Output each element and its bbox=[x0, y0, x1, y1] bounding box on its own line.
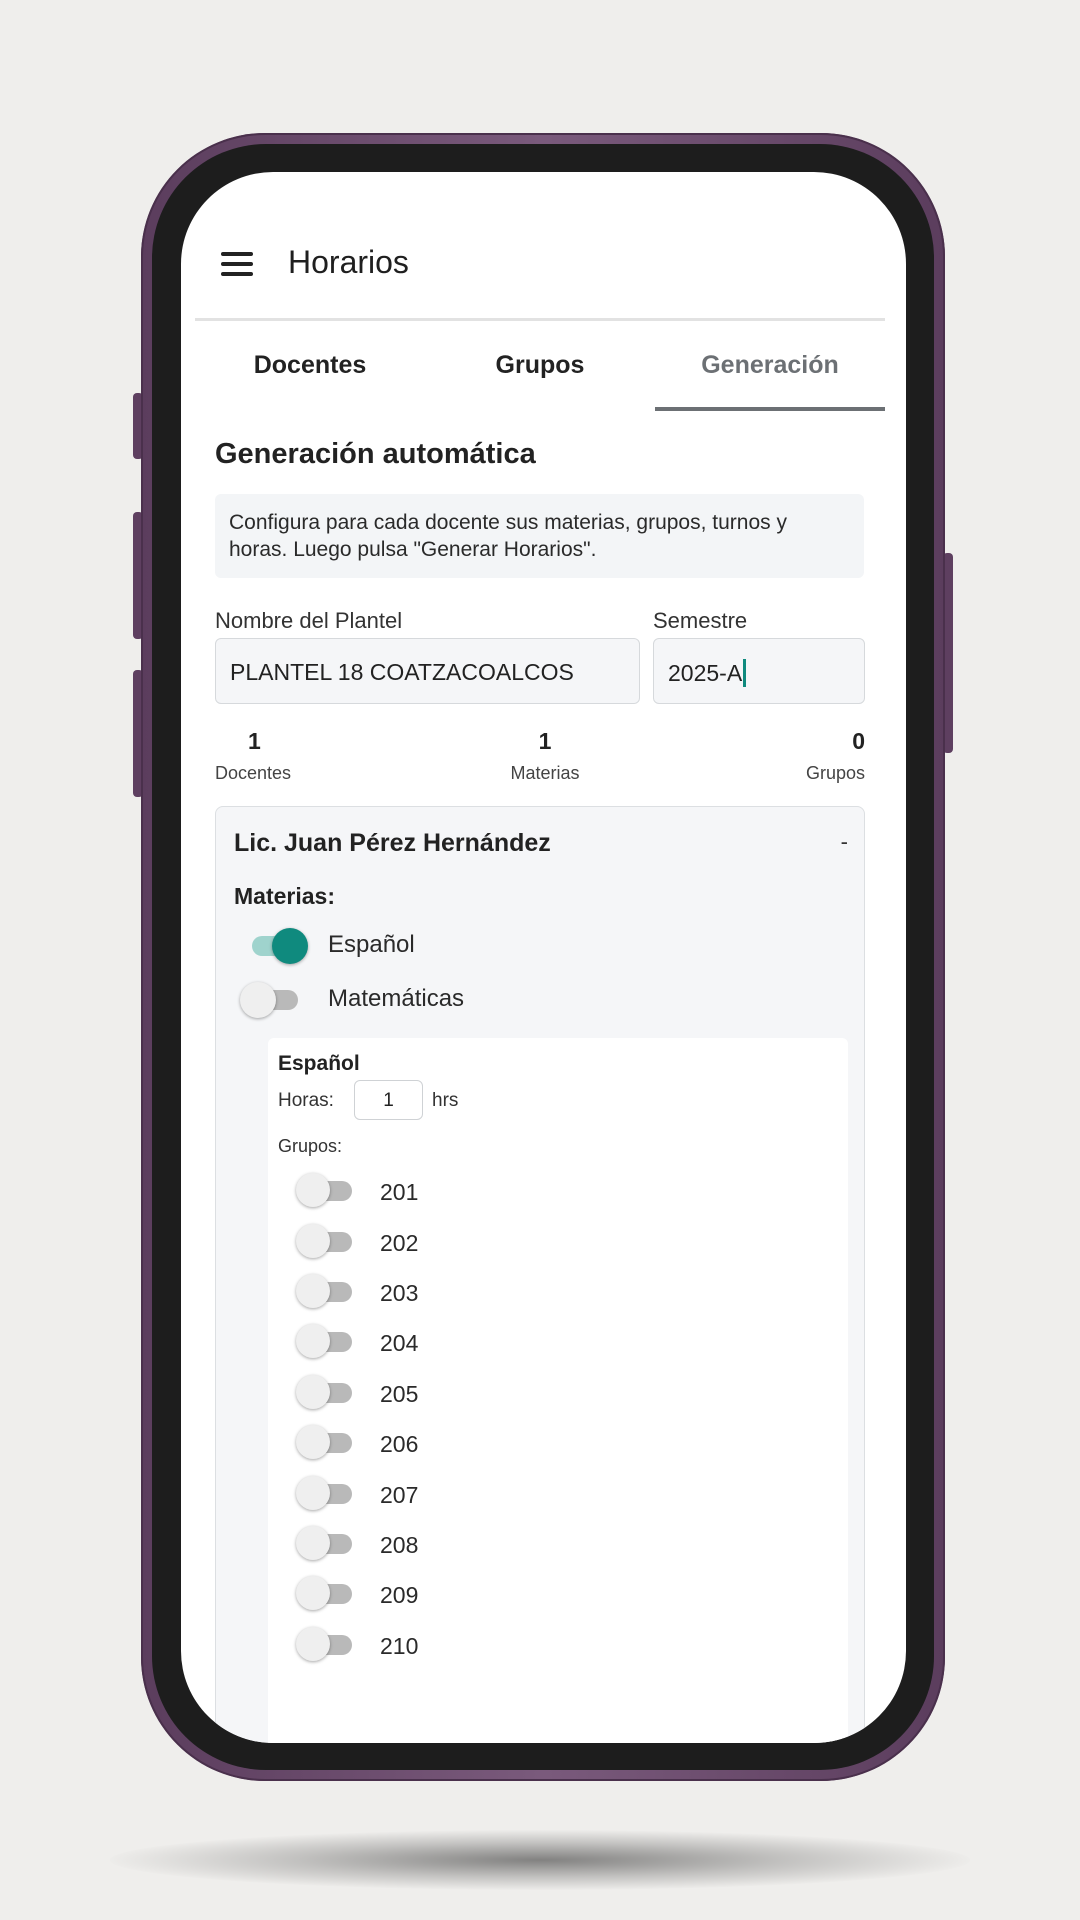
materia-label: Español bbox=[328, 931, 415, 958]
horas-input[interactable]: 1 bbox=[354, 1080, 423, 1120]
teacher-name: Lic. Juan Pérez Hernández bbox=[234, 829, 551, 857]
materia-row-matematicas: Matemáticas bbox=[234, 978, 534, 1022]
grupo-label: 206 bbox=[380, 1431, 419, 1457]
materias-label: Materias: bbox=[234, 883, 335, 909]
stat-materias: 1 Materias bbox=[500, 728, 590, 784]
stage: Horarios Docentes Grupos Generación Gene… bbox=[0, 0, 1080, 1920]
grupo-toggle[interactable] bbox=[294, 1423, 364, 1463]
phone-shadow bbox=[110, 1830, 970, 1890]
grupo-label: 202 bbox=[380, 1230, 419, 1256]
horas-unit: hrs bbox=[432, 1090, 459, 1111]
grupo-label: 207 bbox=[380, 1482, 419, 1508]
materia-row-espanol: Español bbox=[234, 924, 534, 968]
grupo-row-208: 208 bbox=[294, 1524, 494, 1564]
grupo-row-202: 202 bbox=[294, 1222, 494, 1262]
app-title: Horarios bbox=[288, 244, 409, 280]
tab-generacion[interactable]: Generación bbox=[655, 321, 885, 411]
hamburger-menu-icon[interactable] bbox=[221, 252, 253, 276]
grupo-row-209: 209 bbox=[294, 1574, 494, 1614]
stat-value: 1 bbox=[248, 728, 261, 754]
grupo-row-210: 210 bbox=[294, 1625, 494, 1665]
stat-value: 1 bbox=[538, 728, 552, 754]
grupo-row-206: 206 bbox=[294, 1423, 494, 1463]
collapse-button[interactable]: - bbox=[841, 829, 848, 855]
grupo-label: 204 bbox=[380, 1330, 419, 1356]
subject-panel-espanol: Español Horas: 1 hrs Grupos: 201 202 203 bbox=[268, 1038, 848, 1743]
materia-toggle-espanol[interactable] bbox=[234, 924, 308, 968]
stat-label: Docentes bbox=[215, 763, 292, 783]
tab-docentes[interactable]: Docentes bbox=[195, 321, 425, 411]
grupo-toggle[interactable] bbox=[294, 1625, 364, 1665]
grupo-toggle[interactable] bbox=[294, 1574, 364, 1614]
grupo-toggle[interactable] bbox=[294, 1373, 364, 1413]
info-box: Configura para cada docente sus materias… bbox=[215, 494, 864, 578]
grupo-label: 205 bbox=[380, 1381, 419, 1407]
grupo-row-205: 205 bbox=[294, 1373, 494, 1413]
grupo-row-203: 203 bbox=[294, 1272, 494, 1312]
stat-label: Grupos bbox=[805, 763, 865, 783]
grupo-toggle[interactable] bbox=[294, 1524, 364, 1564]
grupo-toggle[interactable] bbox=[294, 1171, 364, 1211]
grupo-label: 209 bbox=[380, 1582, 419, 1608]
stat-value: 0 bbox=[852, 728, 865, 754]
materia-toggle-matematicas[interactable] bbox=[234, 978, 304, 1022]
plantel-input-value: PLANTEL 18 COATZACOALCOS bbox=[230, 659, 574, 685]
plantel-input[interactable]: PLANTEL 18 COATZACOALCOS bbox=[215, 638, 640, 704]
app-bar: Horarios bbox=[181, 172, 906, 320]
active-tab-indicator bbox=[655, 407, 885, 411]
grupos-label: Grupos: bbox=[278, 1136, 343, 1156]
stat-docentes: 1 Docentes bbox=[215, 728, 295, 784]
grupo-toggle[interactable] bbox=[294, 1222, 364, 1262]
stats-row: 1 Docentes 1 Materias 0 Grupos bbox=[215, 728, 865, 788]
tab-grupos[interactable]: Grupos bbox=[425, 321, 655, 411]
grupo-toggle[interactable] bbox=[294, 1322, 364, 1362]
grupo-row-201: 201 bbox=[294, 1171, 494, 1211]
teacher-card: Lic. Juan Pérez Hernández - Materias: Es… bbox=[215, 806, 865, 1743]
subject-title: Español bbox=[278, 1052, 360, 1075]
materia-label: Matemáticas bbox=[328, 985, 465, 1012]
grupo-label: 210 bbox=[380, 1633, 419, 1659]
semestre-input[interactable]: 2025-A bbox=[653, 638, 865, 704]
stat-grupos: 0 Grupos bbox=[805, 728, 865, 784]
grupo-row-207: 207 bbox=[294, 1474, 494, 1514]
section-title: Generación automática bbox=[215, 438, 536, 470]
semestre-label: Semestre bbox=[653, 608, 748, 633]
grupo-toggle[interactable] bbox=[294, 1474, 364, 1514]
grupo-row-204: 204 bbox=[294, 1322, 494, 1362]
tab-bar: Docentes Grupos Generación bbox=[195, 321, 885, 411]
grupo-label: 201 bbox=[380, 1179, 419, 1205]
semestre-input-value: 2025-A bbox=[668, 660, 743, 686]
text-cursor bbox=[743, 659, 747, 687]
grupo-label: 203 bbox=[380, 1280, 419, 1306]
plantel-label: Nombre del Plantel bbox=[215, 608, 403, 633]
phone-screen: Horarios Docentes Grupos Generación Gene… bbox=[181, 172, 906, 1743]
stat-label: Materias bbox=[510, 763, 580, 783]
grupo-label: 208 bbox=[380, 1532, 419, 1558]
grupo-toggle[interactable] bbox=[294, 1272, 364, 1312]
horas-label: Horas: bbox=[278, 1090, 334, 1111]
